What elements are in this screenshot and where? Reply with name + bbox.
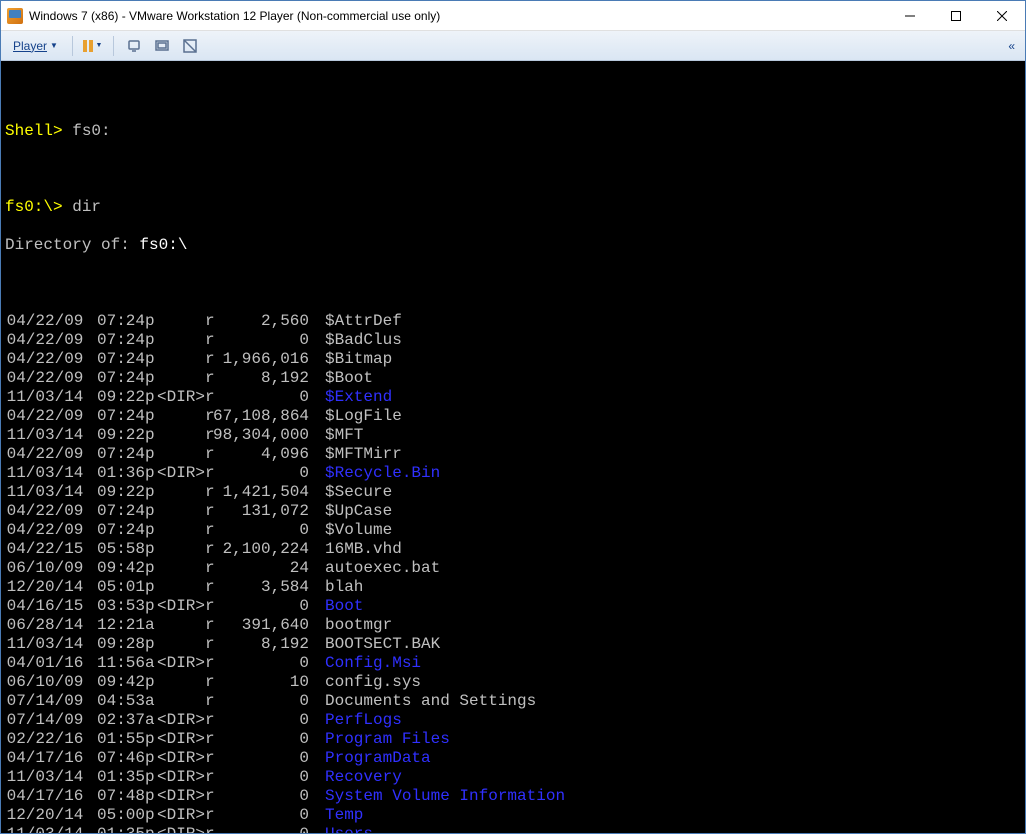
send-ctrl-alt-del-button[interactable] xyxy=(122,34,146,58)
collapse-button[interactable]: « xyxy=(1004,39,1019,53)
app-window: Windows 7 (x86) - VMware Workstation 12 … xyxy=(0,0,1026,834)
dir-entry: 11/03/1409:22p<DIR>r0$Extend xyxy=(5,388,1021,407)
dir-entry: 04/22/0907:24pr4,096$MFTMirr xyxy=(5,445,1021,464)
dir-entry: 04/17/1607:46p<DIR>r0ProgramData xyxy=(5,749,1021,768)
separator xyxy=(72,36,73,56)
console-blank-line xyxy=(5,160,1021,179)
dir-entry: 04/22/0907:24pr131,072$UpCase xyxy=(5,502,1021,521)
toolbar: Player ▼ ▼ « xyxy=(1,31,1025,61)
dir-entry: 04/17/1607:48p<DIR>r0System Volume Infor… xyxy=(5,787,1021,806)
dir-entry: 11/03/1409:22pr98,304,000$MFT xyxy=(5,426,1021,445)
dir-entry: 11/03/1401:36p<DIR>r0$Recycle.Bin xyxy=(5,464,1021,483)
vmware-icon xyxy=(7,8,23,24)
dir-entry: 04/22/0907:24pr1,966,016$Bitmap xyxy=(5,350,1021,369)
dir-entry: 04/22/0907:24pr67,108,864$LogFile xyxy=(5,407,1021,426)
titlebar[interactable]: Windows 7 (x86) - VMware Workstation 12 … xyxy=(1,1,1025,31)
dir-entry: 07/14/0904:53ar0Documents and Settings xyxy=(5,692,1021,711)
dir-entry: 11/03/1401:35p<DIR>r0Recovery xyxy=(5,768,1021,787)
dir-entry: 04/22/0907:24pr0$Volume xyxy=(5,521,1021,540)
separator xyxy=(113,36,114,56)
chevron-down-icon: ▼ xyxy=(50,41,58,50)
minimize-button[interactable] xyxy=(887,1,933,30)
dir-entry: 11/03/1409:22pr1,421,504$Secure xyxy=(5,483,1021,502)
player-menu[interactable]: Player ▼ xyxy=(7,36,64,56)
console-prompt-line: fs0:\> dir xyxy=(5,198,1021,217)
dir-entry: 06/10/0909:42pr24autoexec.bat xyxy=(5,559,1021,578)
unity-button[interactable] xyxy=(178,34,202,58)
dir-entry: 12/20/1405:00p<DIR>r0Temp xyxy=(5,806,1021,825)
console-blank-line xyxy=(5,84,1021,103)
dir-entry: 02/22/1601:55p<DIR>r0Program Files xyxy=(5,730,1021,749)
chevron-down-icon: ▼ xyxy=(95,42,102,49)
dir-entry: 11/03/1409:28pr8,192BOOTSECT.BAK xyxy=(5,635,1021,654)
dir-entry: 07/14/0902:37a<DIR>r0PerfLogs xyxy=(5,711,1021,730)
fullscreen-button[interactable] xyxy=(150,34,174,58)
dir-entry: 12/20/1405:01pr3,584blah xyxy=(5,578,1021,597)
console-blank-line xyxy=(5,274,1021,293)
dir-entry: 06/28/1412:21ar391,640bootmgr xyxy=(5,616,1021,635)
window-title: Windows 7 (x86) - VMware Workstation 12 … xyxy=(29,9,887,23)
close-button[interactable] xyxy=(979,1,1025,30)
console-header-line: Directory of: fs0:\ xyxy=(5,236,1021,255)
pause-icon xyxy=(83,40,93,52)
dir-entry: 04/01/1611:56a<DIR>r0Config.Msi xyxy=(5,654,1021,673)
dir-entry: 04/22/0907:24pr2,560$AttrDef xyxy=(5,312,1021,331)
player-menu-label: Player xyxy=(13,39,47,53)
window-controls xyxy=(887,1,1025,30)
dir-entry: 04/22/1505:58pr2,100,22416MB.vhd xyxy=(5,540,1021,559)
maximize-button[interactable] xyxy=(933,1,979,30)
dir-entry: 11/03/1401:35p<DIR>r0Users xyxy=(5,825,1021,833)
dir-entry: 04/22/0907:24pr8,192$Boot xyxy=(5,369,1021,388)
console-area[interactable]: Shell> fs0: fs0:\> dir Directory of: fs0… xyxy=(1,61,1025,833)
dir-entry: 04/16/1503:53p<DIR>r0Boot xyxy=(5,597,1021,616)
dir-listing: 04/22/0907:24pr2,560$AttrDef04/22/0907:2… xyxy=(5,312,1021,833)
dir-entry: 06/10/0909:42pr10config.sys xyxy=(5,673,1021,692)
console-prompt-line: Shell> fs0: xyxy=(5,122,1021,141)
dir-entry: 04/22/0907:24pr0$BadClus xyxy=(5,331,1021,350)
pause-button[interactable]: ▼ xyxy=(81,34,105,58)
